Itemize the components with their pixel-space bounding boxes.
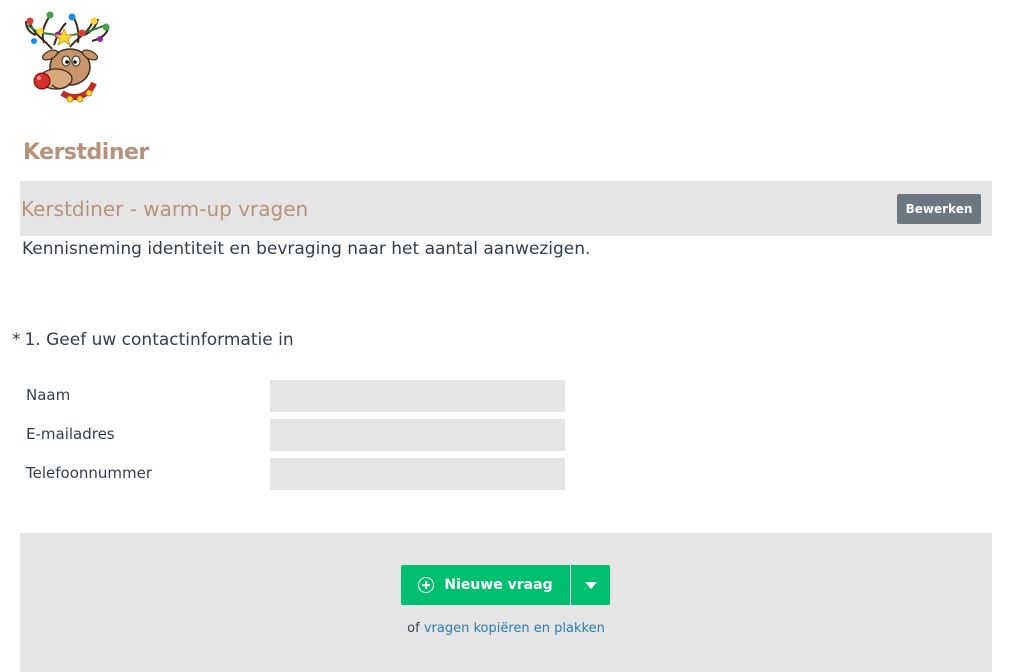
name-input[interactable] (270, 380, 565, 412)
edit-page-button[interactable]: Bewerken (897, 194, 981, 224)
phone-input[interactable] (270, 458, 565, 490)
name-label: Naam (26, 386, 71, 404)
plus-circle-icon (418, 577, 435, 593)
field-row-name: Naam (26, 380, 566, 412)
email-label: E-mailadres (26, 425, 115, 443)
page-header-bar: Kerstdiner - warm-up vragen Bewerken (20, 181, 992, 236)
new-question-button[interactable]: Nieuwe vraag (401, 565, 570, 605)
survey-title: Kerstdiner (23, 140, 149, 165)
phone-label: Telefoonnummer (26, 464, 153, 482)
new-question-label: Nieuwe vraag (444, 577, 553, 593)
page-description[interactable]: Kennisneming identiteit en bevraging naa… (22, 239, 590, 259)
question-text: 1. Geef uw contactinformatie in (24, 330, 294, 350)
copy-paste-questions-link[interactable]: vragen kopiëren en plakken (424, 621, 605, 636)
field-row-phone: Telefoonnummer (26, 458, 566, 490)
question-title[interactable]: * 1. Geef uw contactinformatie in (12, 330, 294, 350)
new-question-button-group: Nieuwe vraag (401, 565, 610, 605)
copy-paste-line: of vragen kopiëren en plakken (20, 621, 992, 636)
field-row-email: E-mailadres (26, 419, 566, 451)
required-marker: * (12, 330, 21, 350)
caret-down-icon (584, 581, 597, 589)
or-text: of (407, 621, 420, 636)
email-input[interactable] (270, 419, 565, 451)
add-question-panel: Nieuwe vraag of vragen kopiëren en plakk… (20, 533, 992, 672)
reindeer-logo-icon (25, 11, 110, 103)
new-question-dropdown-button[interactable] (570, 565, 610, 605)
page-title[interactable]: Kerstdiner - warm-up vragen (21, 197, 308, 221)
